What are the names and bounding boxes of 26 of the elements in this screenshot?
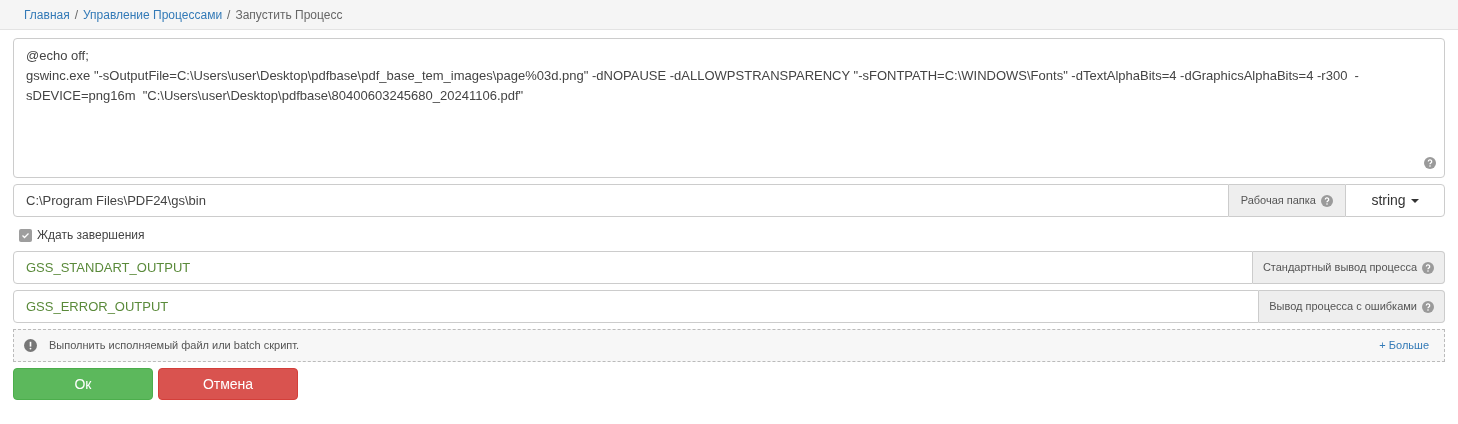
breadcrumb-link[interactable]: Главная (24, 5, 70, 24)
breadcrumb-current: Запустить Процесс (235, 6, 343, 24)
cancel-button[interactable]: Отмена (158, 368, 298, 400)
help-icon (1424, 157, 1436, 169)
output-variable-field[interactable]: GSS_ERROR_OUTPUT (13, 290, 1260, 323)
wait-checkbox[interactable] (19, 228, 32, 242)
info-text: Выполнить исполняемый файл или batch скрипт. (49, 338, 300, 354)
addon-label: Вывод процесса с ошибками (1269, 299, 1417, 315)
type-dropdown[interactable]: string (1345, 184, 1445, 217)
addon-label: Рабочая папка (1240, 193, 1316, 209)
breadcrumb-separator: / (74, 6, 79, 24)
checkbox-label: Ждать завершения (37, 227, 145, 244)
working-folder-field[interactable]: C:\Program Files\PDF24\gs\bin (13, 184, 1229, 217)
output-variable-field[interactable]: GSS_STANDART_OUTPUT (13, 251, 1253, 284)
addon-label: Стандартный вывод процесса (1262, 260, 1417, 276)
script-field[interactable]: @echo off; gswinc.exe "-sOutputFile=C:\Users\user\Desktop\pdfbase\pdf_base_tem_images\page%03d.png" -dNOPAUSE -dALLOWPSTRANSPARENCY "-sFONTPATH=C:\WINDOWS\Fonts" -dTextAlphaBits=4 -dGraphicsAlphaBits=4 -r300 -sDEVICE=png16m "C:\Users\user\Desktop\pdfbase\80400603245680_20241106.pdf" (13, 38, 1445, 178)
help-icon (1422, 300, 1434, 313)
ok-button[interactable]: Ок (13, 368, 153, 400)
more-link[interactable]: + Больше (1379, 337, 1429, 354)
caret-icon (1410, 198, 1419, 203)
breadcrumb-separator: / (227, 6, 231, 24)
breadcrumb-link[interactable]: Управление Процессами (83, 5, 223, 24)
help-icon (1422, 261, 1434, 274)
check-icon (21, 230, 30, 240)
alert-icon (24, 339, 37, 352)
help-icon (1321, 194, 1333, 207)
